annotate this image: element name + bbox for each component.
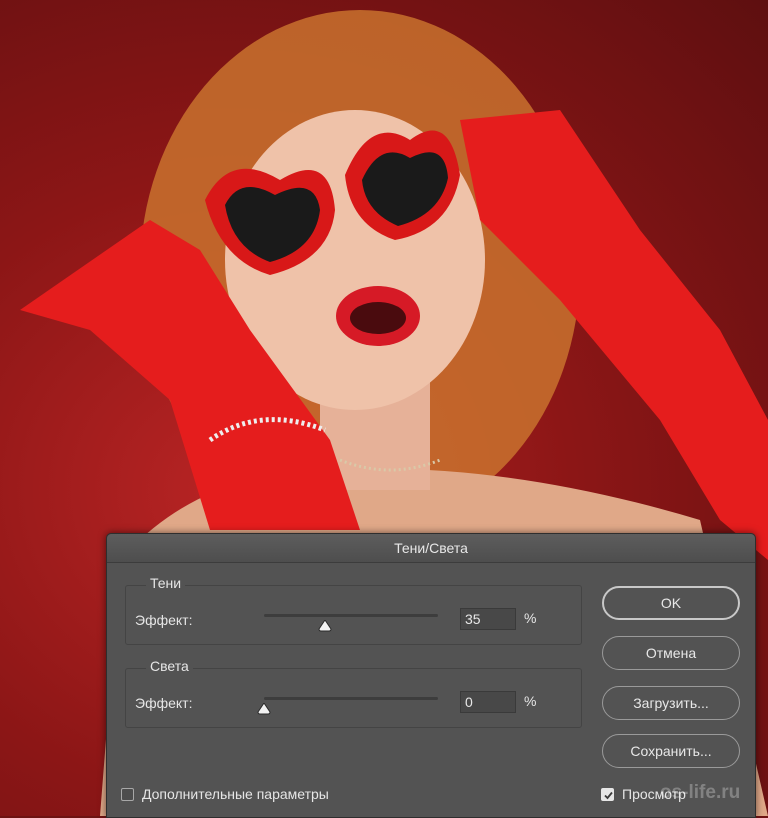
preview-checkbox[interactable] bbox=[601, 787, 614, 801]
ok-button[interactable]: OK bbox=[602, 586, 740, 620]
cancel-button[interactable]: Отмена bbox=[602, 636, 740, 670]
highlights-effect-slider[interactable] bbox=[257, 695, 438, 715]
highlights-effect-label: Эффект: bbox=[135, 695, 193, 711]
more-options-row[interactable]: Дополнительные параметры bbox=[121, 786, 329, 802]
save-button[interactable]: Сохранить... bbox=[602, 734, 740, 768]
shadows-effect-slider[interactable] bbox=[264, 612, 438, 632]
watermark: os-life.ru bbox=[660, 782, 741, 803]
more-options-checkbox[interactable] bbox=[121, 787, 134, 801]
highlights-unit: % bbox=[524, 693, 537, 709]
more-options-label[interactable]: Дополнительные параметры bbox=[142, 786, 329, 802]
shadows-legend: Тени bbox=[146, 575, 186, 591]
shadows-effect-input[interactable] bbox=[460, 608, 516, 630]
shadows-unit: % bbox=[524, 610, 537, 626]
load-button[interactable]: Загрузить... bbox=[602, 686, 740, 720]
highlights-effect-input[interactable] bbox=[460, 691, 516, 713]
highlights-slider-track[interactable] bbox=[264, 697, 438, 700]
highlights-legend: Света bbox=[146, 658, 193, 674]
shadows-group: Тени Эффект: % bbox=[125, 575, 582, 645]
dialog-title[interactable]: Тени/Света bbox=[107, 534, 755, 563]
shadows-highlights-dialog: Тени/Света Тени Эффект: % Света Эффект: … bbox=[106, 533, 756, 818]
shadows-slider-track[interactable] bbox=[264, 614, 438, 617]
checkmark-icon bbox=[604, 791, 613, 799]
shadows-effect-label: Эффект: bbox=[135, 612, 193, 628]
highlights-group: Света Эффект: % bbox=[125, 658, 582, 728]
